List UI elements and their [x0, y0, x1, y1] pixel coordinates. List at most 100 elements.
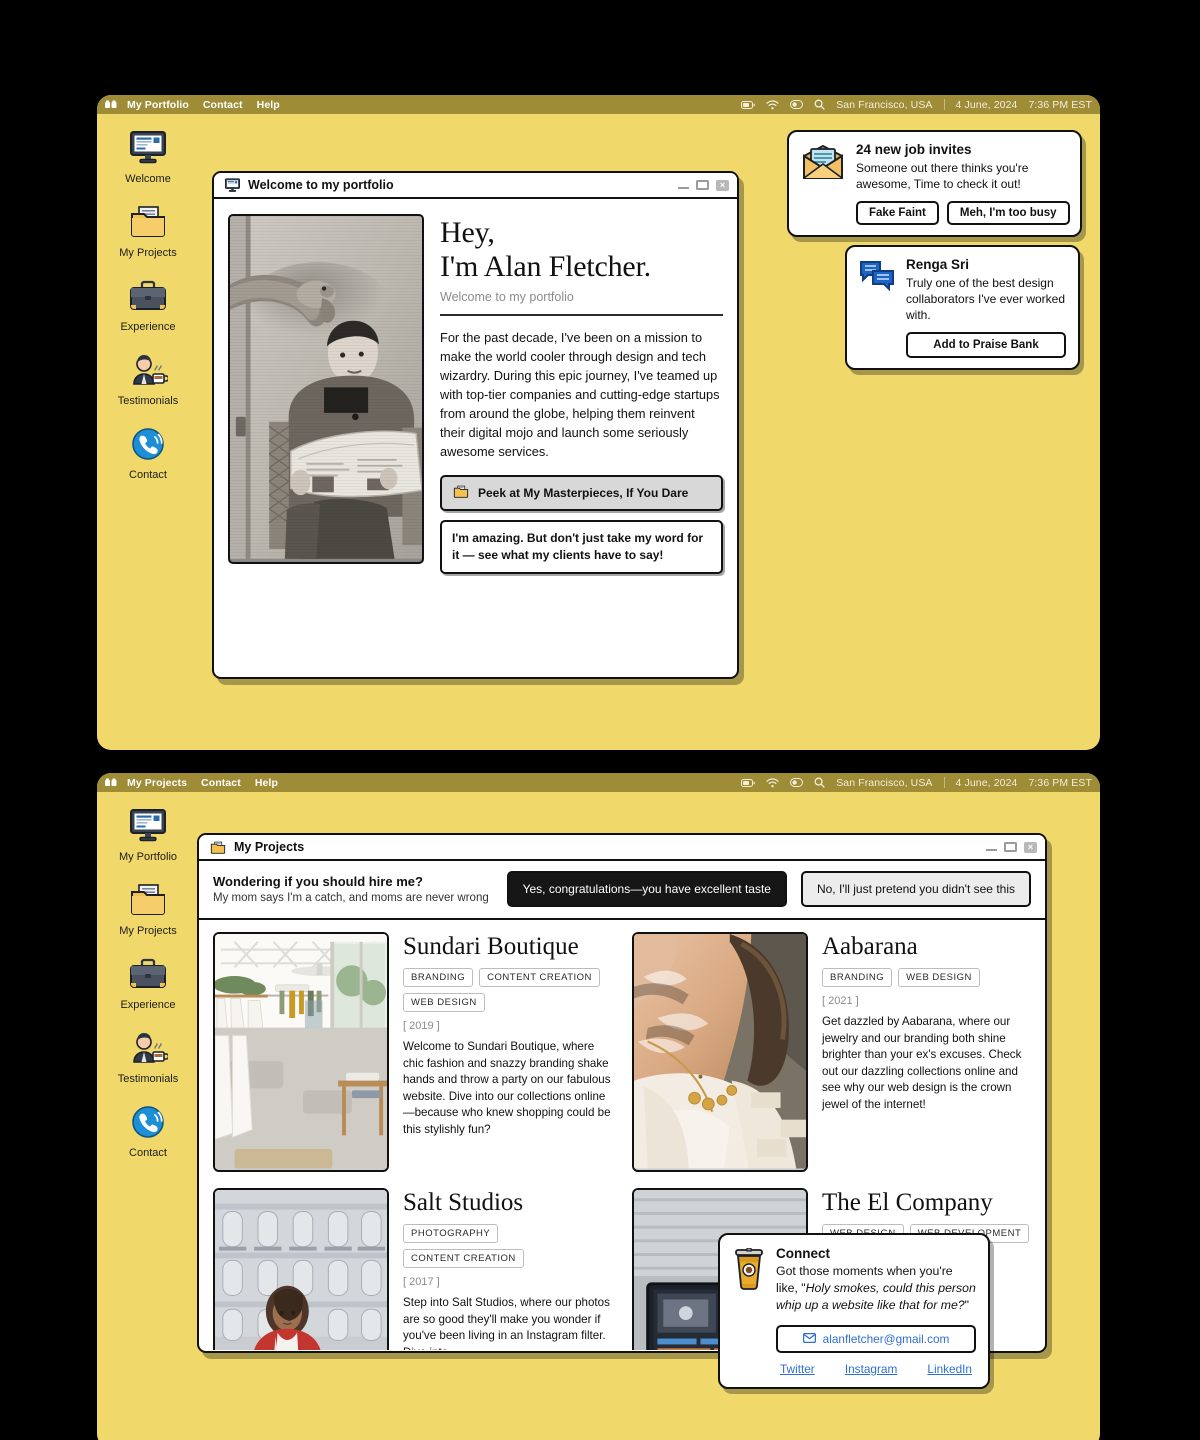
menu-item-contact[interactable]: Contact [203, 99, 243, 111]
project-year: [ 2021 ] [822, 995, 859, 1007]
envelope-icon [802, 1332, 816, 1346]
notification-job-invites[interactable]: 24 new job invites Someone out there thi… [787, 130, 1082, 237]
project-title: Aabarana [822, 933, 918, 960]
control-center-icon[interactable] [790, 778, 804, 787]
menu-item-my-projects[interactable]: My Projects [127, 777, 187, 789]
maximize-button[interactable] [696, 180, 709, 190]
wifi-icon[interactable] [766, 99, 779, 110]
sidebar-item-experience[interactable]: Experience [98, 954, 198, 1011]
sidebar-label: Contact [129, 1147, 167, 1159]
connect-title: Connect [776, 1246, 830, 1261]
sidebar-item-my-portfolio[interactable]: My Portfolio [98, 806, 198, 863]
menu-item-help[interactable]: Help [255, 777, 278, 789]
sidebar-label: Contact [129, 469, 167, 481]
hire-no-button[interactable]: No, I'll just pretend you didn't see thi… [800, 871, 1031, 907]
project-tag: WEB DESIGN [898, 968, 980, 987]
window-controls: × [678, 179, 729, 191]
folder-icon [127, 880, 169, 920]
sidebar-item-experience[interactable]: Experience [98, 276, 198, 333]
sidebar-item-my-projects[interactable]: My Projects [98, 202, 198, 259]
greeting-line-1: Hey, [440, 216, 495, 249]
battery-icon[interactable] [741, 100, 755, 109]
social-links: Twitter Instagram LinkedIn [776, 1362, 976, 1376]
notification-connect[interactable]: Connect Got those moments when you're li… [718, 1233, 990, 1389]
connect-content: Connect Got those moments when you're li… [776, 1246, 976, 1376]
sidebar-label: Experience [120, 999, 176, 1011]
minimize-button[interactable] [678, 187, 689, 189]
notification-text: Someone out there thinks you're awesome,… [856, 161, 1029, 191]
menubar-divider [943, 777, 945, 788]
sidebar-item-testimonials[interactable]: Testimonials [98, 1028, 198, 1085]
add-to-praise-bank-button[interactable]: Add to Praise Bank [906, 332, 1066, 358]
window-titlebar[interactable]: Welcome to my portfolio × [214, 173, 737, 199]
email-button[interactable]: alanfletcher@gmail.com [776, 1325, 976, 1353]
close-button[interactable]: × [716, 179, 729, 191]
peek-masterpieces-button[interactable]: Peek at My Masterpieces, If You Dare [440, 475, 723, 511]
search-icon[interactable] [814, 99, 825, 110]
menubar-status-area: San Francisco, USA 4 June, 2024 7:36 PM … [741, 777, 1092, 789]
project-card[interactable]: Sundari Boutique BRANDING CONTENT CREATI… [213, 932, 612, 1188]
folder-icon [127, 202, 169, 242]
welcome-text-column: Hey, I'm Alan Fletcher. Welcome to my po… [440, 214, 723, 677]
project-title: Sundari Boutique [403, 933, 579, 960]
menu-item-my-portfolio[interactable]: My Portfolio [127, 99, 189, 111]
linkedin-link[interactable]: LinkedIn [927, 1362, 972, 1376]
project-thumbnail [213, 932, 389, 1172]
hire-yes-button[interactable]: Yes, congratulations—you have excellent … [506, 871, 787, 907]
sidebar-item-contact[interactable]: Contact [98, 1102, 198, 1159]
sidebar-label: My Portfolio [118, 851, 178, 863]
control-center-icon[interactable] [790, 100, 804, 109]
project-tag: CONTENT CREATION [479, 968, 600, 987]
maximize-button[interactable] [1004, 842, 1017, 852]
chat-bubbles-icon [859, 257, 895, 358]
project-thumbnail [213, 1188, 389, 1350]
bio-text: For the past decade, I've been on a miss… [440, 330, 720, 459]
sidebar-item-contact[interactable]: Contact [98, 424, 198, 481]
project-title: Salt Studios [403, 1189, 524, 1216]
fake-faint-button[interactable]: Fake Faint [856, 201, 939, 225]
project-card[interactable]: Aabarana BRANDING WEB DESIGN [ 2021 ] Ge… [632, 932, 1031, 1188]
hire-me-text: Wondering if you should hire me? My mom … [213, 874, 493, 904]
portfolio-logo-icon[interactable] [105, 100, 117, 110]
twitter-link[interactable]: Twitter [780, 1362, 815, 1376]
project-card[interactable]: Salt Studios PHOTOGRAPHY CONTENT CREATIO… [213, 1188, 612, 1350]
window-titlebar[interactable]: My Projects × [199, 835, 1045, 861]
menu-item-help[interactable]: Help [257, 99, 280, 111]
sidebar-item-testimonials[interactable]: Testimonials [98, 350, 198, 407]
menubar-status-area: San Francisco, USA 4 June, 2024 7:36 PM … [741, 99, 1092, 111]
sidebar-item-my-projects[interactable]: My Projects [98, 880, 198, 937]
minimize-button[interactable] [986, 849, 997, 851]
coffee-cup-icon [732, 1246, 766, 1376]
close-button[interactable]: × [1024, 841, 1037, 853]
sidebar-item-welcome[interactable]: Welcome [98, 128, 198, 185]
folder-icon [452, 484, 470, 502]
menubar-time: 7:36 PM EST [1028, 98, 1092, 111]
notification-content: Renga Sri Truly one of the best design c… [906, 257, 1066, 358]
connect-text-end: " [964, 1298, 970, 1312]
battery-icon[interactable] [741, 778, 755, 787]
menubar-2: My Projects Contact Help San Francisco, … [97, 773, 1100, 792]
project-year: [ 2019 ] [403, 1020, 440, 1032]
wifi-icon[interactable] [766, 777, 779, 788]
portfolio-logo-icon[interactable] [105, 778, 117, 788]
welcome-body: Hey, I'm Alan Fletcher. Welcome to my po… [214, 199, 737, 677]
briefcase-icon [127, 954, 169, 994]
too-busy-button[interactable]: Meh, I'm too busy [946, 201, 1070, 225]
search-icon[interactable] [814, 777, 825, 788]
window-title: Welcome to my portfolio [248, 178, 394, 192]
phone-ring-icon [127, 424, 169, 464]
menubar-time: 7:36 PM EST [1028, 776, 1092, 789]
project-title: The El Company [822, 1189, 993, 1216]
notification-renga-sri[interactable]: Renga Sri Truly one of the best design c… [845, 245, 1080, 370]
menubar-location: San Francisco, USA [836, 98, 933, 111]
menu-item-contact[interactable]: Contact [201, 777, 241, 789]
hire-subtitle: My mom says I'm a catch, and moms are ne… [213, 892, 489, 904]
window-welcome[interactable]: Welcome to my portfolio × Hey, I'm Alan … [212, 171, 739, 679]
menubar-date: 4 June, 2024 [955, 98, 1018, 111]
sidebar-label: My Projects [119, 925, 177, 937]
project-info: Sundari Boutique BRANDING CONTENT CREATI… [403, 932, 612, 1172]
monitor-icon [224, 177, 241, 193]
sidebar-2: My Portfolio My Projects Experience Test… [97, 792, 199, 1159]
menubar-location: San Francisco, USA [836, 776, 933, 789]
instagram-link[interactable]: Instagram [845, 1362, 897, 1376]
